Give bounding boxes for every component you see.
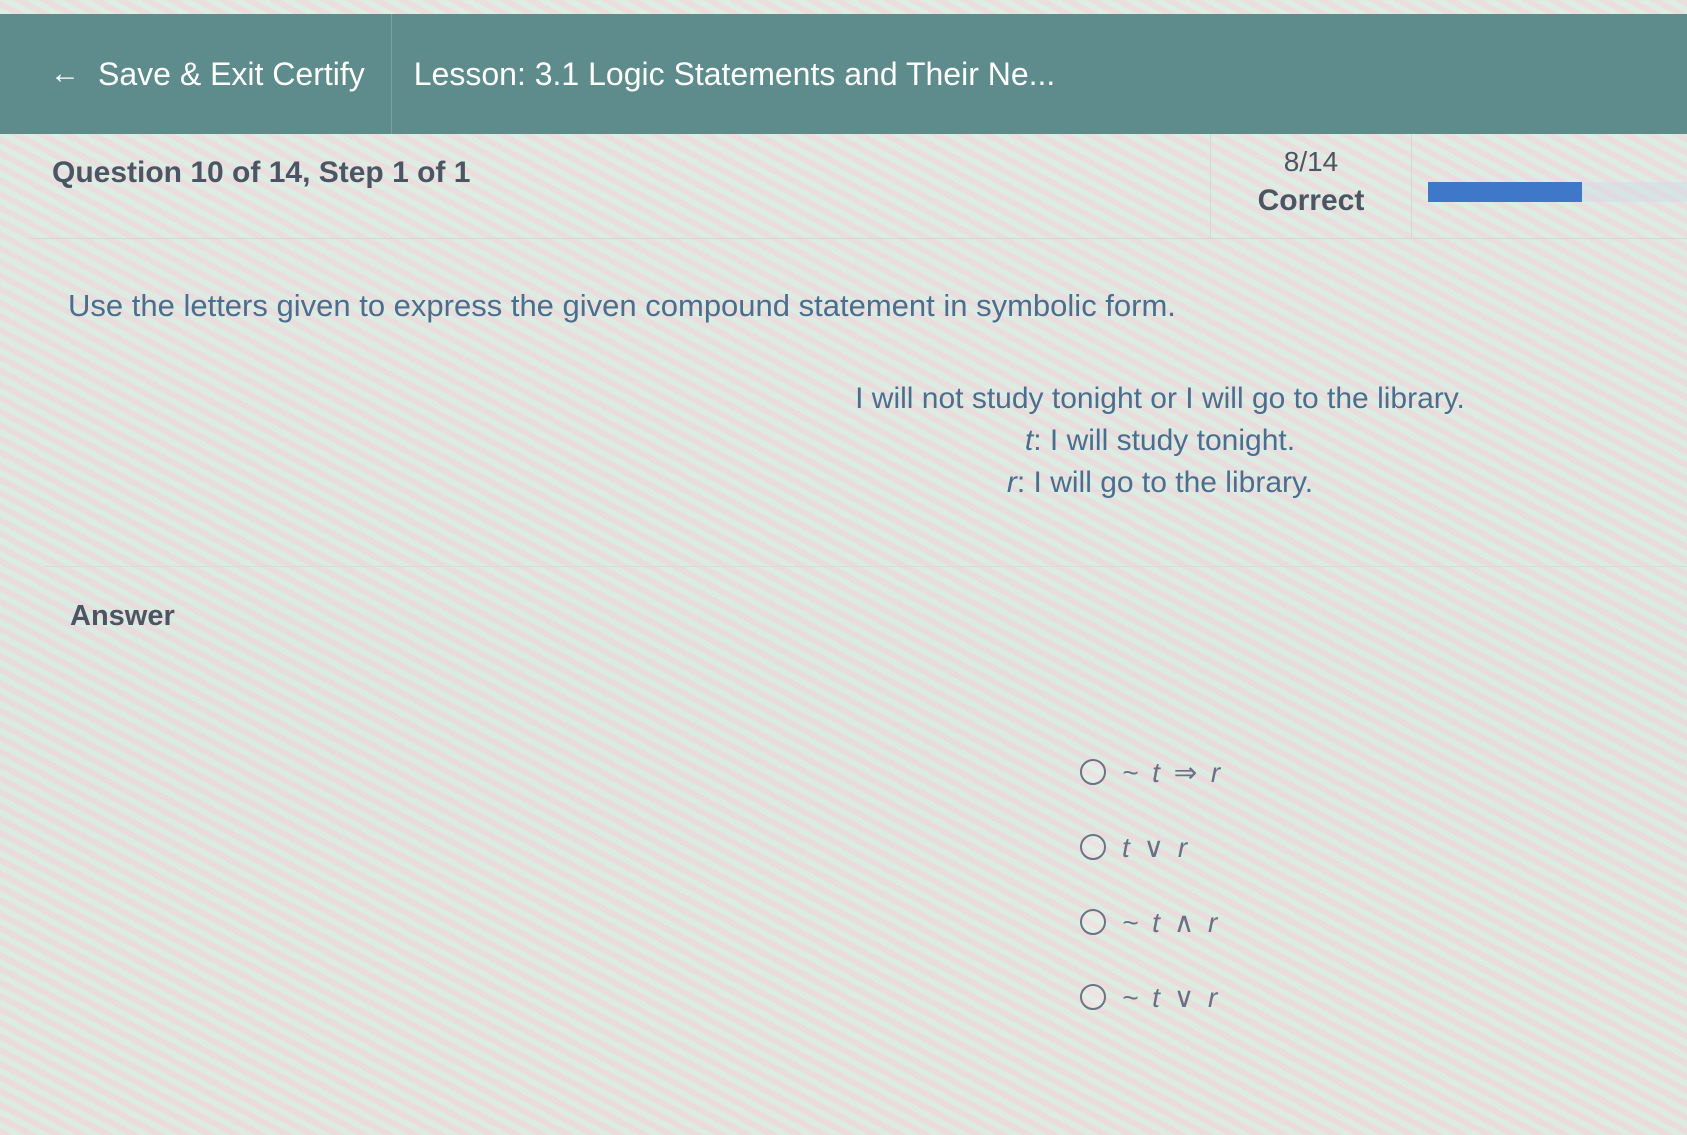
definition-t: t: I will study tonight. bbox=[820, 420, 1500, 462]
definition-t-text: : I will study tonight. bbox=[1033, 424, 1296, 457]
answer-label: Answer bbox=[70, 600, 175, 632]
question-title: Question 10 of 14, Step 1 of 1 bbox=[52, 156, 471, 189]
answer-option-4[interactable]: ~ t ∨ r bbox=[1080, 977, 1223, 1017]
definition-r-text: : I will go to the library. bbox=[1016, 466, 1314, 499]
variable-r: r bbox=[1006, 466, 1017, 499]
answer-option-label: t ∨ r bbox=[1122, 831, 1191, 863]
question-instruction: Use the letters given to express the giv… bbox=[68, 288, 1176, 323]
progress-bar bbox=[1428, 182, 1687, 202]
lesson-title: Lesson: 3.1 Logic Statements and Their N… bbox=[413, 55, 1056, 92]
arrow-left-icon: ← bbox=[50, 57, 80, 90]
compound-statement: I will not study tonight or I will go to… bbox=[855, 382, 1465, 415]
radio-unchecked-icon[interactable] bbox=[1080, 909, 1106, 935]
score-count: 8/14 bbox=[1283, 146, 1339, 177]
progress-bar-fill bbox=[1428, 182, 1582, 202]
question-header: Question 10 of 14, Step 1 of 1 8/14 Corr… bbox=[30, 134, 1687, 239]
answer-option-1[interactable]: ~ t ⇒ r bbox=[1080, 752, 1223, 792]
save-exit-label: Save & Exit Certify bbox=[98, 55, 365, 92]
answer-option-label: ~ t ⇒ r bbox=[1122, 756, 1224, 788]
save-exit-button[interactable]: ← Save & Exit Certify bbox=[0, 14, 392, 134]
section-divider bbox=[44, 566, 1687, 567]
answer-option-2[interactable]: t ∨ r bbox=[1080, 827, 1223, 867]
score-box: 8/14 Correct bbox=[1210, 134, 1412, 238]
statement-block: I will not study tonight or I will go to… bbox=[820, 378, 1500, 504]
top-navigation-bar: ← Save & Exit Certify Lesson: 3.1 Logic … bbox=[0, 14, 1687, 134]
definition-r: r: I will go to the library. bbox=[820, 462, 1500, 504]
score-label: Correct bbox=[1257, 184, 1365, 217]
radio-unchecked-icon[interactable] bbox=[1080, 759, 1106, 785]
radio-unchecked-icon[interactable] bbox=[1080, 834, 1106, 860]
answer-option-label: ~ t ∧ r bbox=[1122, 906, 1221, 938]
answer-options: ~ t ⇒ r t ∨ r ~ t ∧ r ~ t ∨ r bbox=[1080, 752, 1223, 1052]
radio-unchecked-icon[interactable] bbox=[1080, 984, 1106, 1010]
answer-option-3[interactable]: ~ t ∧ r bbox=[1080, 902, 1223, 942]
answer-option-label: ~ t ∨ r bbox=[1122, 981, 1221, 1013]
variable-t: t bbox=[1024, 424, 1034, 457]
